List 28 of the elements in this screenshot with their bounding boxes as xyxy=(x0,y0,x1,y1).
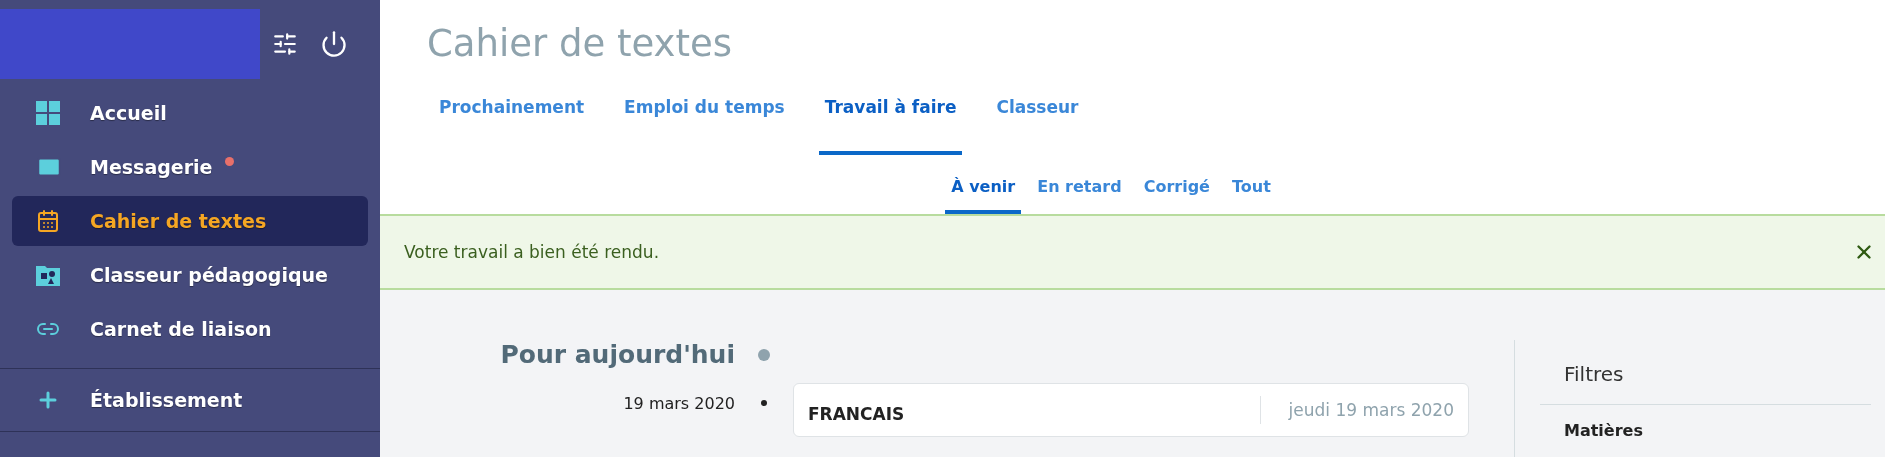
folder-icon xyxy=(36,264,60,286)
subject-name: FRANCAIS xyxy=(808,403,905,424)
timeline-heading: Pour aujourd'hui xyxy=(500,340,735,369)
entry-date: 19 mars 2020 xyxy=(623,393,735,413)
tab[interactable]: Emploi du temps xyxy=(618,79,791,155)
timeline-dot xyxy=(761,400,767,406)
filters-title: Filtres xyxy=(1540,362,1871,405)
tab[interactable]: Classeur xyxy=(990,79,1085,155)
subtab[interactable]: Corrigé xyxy=(1137,155,1216,214)
sidebar-item[interactable]: Établissement xyxy=(12,375,368,425)
calendar-icon xyxy=(36,209,60,233)
sidebar-item[interactable]: Carnet de liaison xyxy=(12,304,368,354)
subtab[interactable]: En retard xyxy=(1031,155,1128,214)
subtab[interactable]: Tout xyxy=(1225,155,1277,214)
filter-section-title: Matières xyxy=(1563,420,1644,440)
sidebar-item[interactable]: Messagerie xyxy=(12,142,368,192)
power-icon xyxy=(320,30,348,58)
sliders-icon xyxy=(272,31,298,57)
sidebar-item[interactable]: Classeur pédagogique xyxy=(12,250,368,300)
timeline-node xyxy=(758,348,770,361)
tab[interactable]: Prochainement xyxy=(433,79,591,155)
due-date: jeudi 19 mars 2020 xyxy=(1259,396,1454,424)
sidebar-item[interactable]: Accueil xyxy=(12,88,368,138)
alert-message: Votre travail a bien été rendu. xyxy=(404,242,660,262)
sidebar-item[interactable]: Cahier de textes xyxy=(12,196,368,246)
grid-icon xyxy=(36,101,60,125)
page-title: Cahier de textes xyxy=(427,22,734,65)
tab[interactable]: Travail à faire xyxy=(818,79,963,155)
